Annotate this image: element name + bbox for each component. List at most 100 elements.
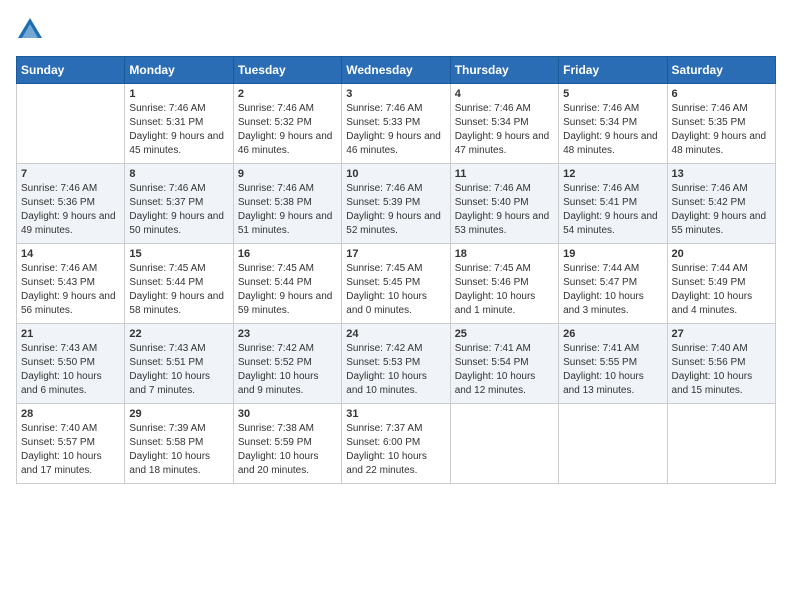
day-number: 15 — [129, 248, 228, 260]
day-cell: 5 Sunrise: 7:46 AMSunset: 5:34 PMDaylight… — [559, 84, 667, 164]
day-info: Sunrise: 7:45 AMSunset: 5:44 PMDaylight:… — [238, 262, 337, 318]
day-info: Sunrise: 7:44 AMSunset: 5:49 PMDaylight:… — [672, 262, 771, 318]
day-number: 3 — [346, 88, 445, 100]
day-cell: 3 Sunrise: 7:46 AMSunset: 5:33 PMDaylight… — [342, 84, 450, 164]
day-info: Sunrise: 7:41 AMSunset: 5:55 PMDaylight:… — [563, 342, 662, 398]
day-cell: 14 Sunrise: 7:46 AMSunset: 5:43 PMDayligh… — [17, 244, 125, 324]
day-info: Sunrise: 7:42 AMSunset: 5:53 PMDaylight:… — [346, 342, 445, 398]
day-cell: 25 Sunrise: 7:41 AMSunset: 5:54 PMDayligh… — [450, 324, 558, 404]
day-info: Sunrise: 7:39 AMSunset: 5:58 PMDaylight:… — [129, 422, 228, 478]
day-cell: 20 Sunrise: 7:44 AMSunset: 5:49 PMDayligh… — [667, 244, 775, 324]
day-number: 6 — [672, 88, 771, 100]
day-cell: 18 Sunrise: 7:45 AMSunset: 5:46 PMDayligh… — [450, 244, 558, 324]
day-cell: 30 Sunrise: 7:38 AMSunset: 5:59 PMDayligh… — [233, 404, 341, 484]
logo — [16, 16, 48, 44]
day-number: 21 — [21, 328, 120, 340]
day-cell: 11 Sunrise: 7:46 AMSunset: 5:40 PMDayligh… — [450, 164, 558, 244]
day-info: Sunrise: 7:46 AMSunset: 5:34 PMDaylight:… — [563, 102, 662, 158]
day-info: Sunrise: 7:46 AMSunset: 5:43 PMDaylight:… — [21, 262, 120, 318]
week-row-3: 21 Sunrise: 7:43 AMSunset: 5:50 PMDayligh… — [17, 324, 776, 404]
day-cell: 17 Sunrise: 7:45 AMSunset: 5:45 PMDayligh… — [342, 244, 450, 324]
header-cell-wednesday: Wednesday — [342, 57, 450, 84]
day-number: 28 — [21, 408, 120, 420]
day-info: Sunrise: 7:38 AMSunset: 5:59 PMDaylight:… — [238, 422, 337, 478]
day-info: Sunrise: 7:46 AMSunset: 5:38 PMDaylight:… — [238, 182, 337, 238]
calendar-table: SundayMondayTuesdayWednesdayThursdayFrid… — [16, 56, 776, 484]
day-cell: 22Sunrise: 7:43 AMSunset: 5:51 PMDayligh… — [125, 324, 233, 404]
day-info: Sunrise: 7:45 AMSunset: 5:44 PMDaylight:… — [129, 262, 228, 318]
header-cell-sunday: Sunday — [17, 57, 125, 84]
day-info: Sunrise: 7:46 AMSunset: 5:37 PMDaylight:… — [129, 182, 228, 238]
day-cell: 21 Sunrise: 7:43 AMSunset: 5:50 PMDayligh… — [17, 324, 125, 404]
day-info: Sunrise: 7:46 AMSunset: 5:42 PMDaylight:… — [672, 182, 771, 238]
page-header — [16, 16, 776, 44]
day-info: Sunrise: 7:43 AMSunset: 5:50 PMDaylight:… — [21, 342, 120, 398]
day-cell: 16 Sunrise: 7:45 AMSunset: 5:44 PMDayligh… — [233, 244, 341, 324]
day-number: 17 — [346, 248, 445, 260]
day-cell: 19Sunrise: 7:44 AMSunset: 5:47 PMDayligh… — [559, 244, 667, 324]
day-info: Sunrise: 7:42 AMSunset: 5:52 PMDaylight:… — [238, 342, 337, 398]
day-info: Sunrise: 7:37 AMSunset: 6:00 PMDaylight:… — [346, 422, 445, 478]
day-info: Sunrise: 7:46 AMSunset: 5:32 PMDaylight:… — [238, 102, 337, 158]
day-number: 26 — [563, 328, 662, 340]
header-cell-friday: Friday — [559, 57, 667, 84]
header-cell-thursday: Thursday — [450, 57, 558, 84]
day-number: 11 — [455, 168, 554, 180]
day-info: Sunrise: 7:46 AMSunset: 5:40 PMDaylight:… — [455, 182, 554, 238]
day-number: 25 — [455, 328, 554, 340]
day-info: Sunrise: 7:40 AMSunset: 5:57 PMDaylight:… — [21, 422, 120, 478]
day-number: 19 — [563, 248, 662, 260]
day-number: 16 — [238, 248, 337, 260]
day-cell — [667, 404, 775, 484]
day-number: 18 — [455, 248, 554, 260]
day-number: 2 — [238, 88, 337, 100]
day-info: Sunrise: 7:46 AMSunset: 5:34 PMDaylight:… — [455, 102, 554, 158]
day-cell: 4 Sunrise: 7:46 AMSunset: 5:34 PMDaylight… — [450, 84, 558, 164]
day-number: 4 — [455, 88, 554, 100]
day-number: 5 — [563, 88, 662, 100]
day-number: 9 — [238, 168, 337, 180]
day-info: Sunrise: 7:46 AMSunset: 5:35 PMDaylight:… — [672, 102, 771, 158]
day-cell: 29 Sunrise: 7:39 AMSunset: 5:58 PMDayligh… — [125, 404, 233, 484]
day-cell: 24 Sunrise: 7:42 AMSunset: 5:53 PMDayligh… — [342, 324, 450, 404]
day-number: 7 — [21, 168, 120, 180]
day-cell: 1Sunrise: 7:46 AMSunset: 5:31 PMDaylight… — [125, 84, 233, 164]
day-number: 24 — [346, 328, 445, 340]
day-info: Sunrise: 7:43 AMSunset: 5:51 PMDaylight:… — [129, 342, 228, 398]
day-number: 8 — [129, 168, 228, 180]
day-cell: 10Sunrise: 7:46 AMSunset: 5:39 PMDayligh… — [342, 164, 450, 244]
week-row-4: 28 Sunrise: 7:40 AMSunset: 5:57 PMDayligh… — [17, 404, 776, 484]
header-cell-tuesday: Tuesday — [233, 57, 341, 84]
day-number: 29 — [129, 408, 228, 420]
day-info: Sunrise: 7:46 AMSunset: 5:33 PMDaylight:… — [346, 102, 445, 158]
day-number: 23 — [238, 328, 337, 340]
day-number: 14 — [21, 248, 120, 260]
day-number: 31 — [346, 408, 445, 420]
day-info: Sunrise: 7:45 AMSunset: 5:46 PMDaylight:… — [455, 262, 554, 318]
day-number: 20 — [672, 248, 771, 260]
day-info: Sunrise: 7:46 AMSunset: 5:36 PMDaylight:… — [21, 182, 120, 238]
day-info: Sunrise: 7:45 AMSunset: 5:45 PMDaylight:… — [346, 262, 445, 318]
day-number: 13 — [672, 168, 771, 180]
day-info: Sunrise: 7:40 AMSunset: 5:56 PMDaylight:… — [672, 342, 771, 398]
day-info: Sunrise: 7:46 AMSunset: 5:31 PMDaylight:… — [129, 102, 228, 158]
day-cell — [450, 404, 558, 484]
day-number: 30 — [238, 408, 337, 420]
day-cell — [559, 404, 667, 484]
day-cell: 15 Sunrise: 7:45 AMSunset: 5:44 PMDayligh… — [125, 244, 233, 324]
day-cell: 27Sunrise: 7:40 AMSunset: 5:56 PMDayligh… — [667, 324, 775, 404]
day-cell: 26 Sunrise: 7:41 AMSunset: 5:55 PMDayligh… — [559, 324, 667, 404]
week-row-1: 7 Sunrise: 7:46 AMSunset: 5:36 PMDaylight… — [17, 164, 776, 244]
day-cell: 2 Sunrise: 7:46 AMSunset: 5:32 PMDaylight… — [233, 84, 341, 164]
day-number: 10 — [346, 168, 445, 180]
logo-icon — [16, 16, 44, 44]
day-cell — [17, 84, 125, 164]
day-info: Sunrise: 7:46 AMSunset: 5:41 PMDaylight:… — [563, 182, 662, 238]
week-row-0: 1Sunrise: 7:46 AMSunset: 5:31 PMDaylight… — [17, 84, 776, 164]
day-cell: 23 Sunrise: 7:42 AMSunset: 5:52 PMDayligh… — [233, 324, 341, 404]
day-info: Sunrise: 7:41 AMSunset: 5:54 PMDaylight:… — [455, 342, 554, 398]
day-cell: 13 Sunrise: 7:46 AMSunset: 5:42 PMDayligh… — [667, 164, 775, 244]
day-cell: 9 Sunrise: 7:46 AMSunset: 5:38 PMDaylight… — [233, 164, 341, 244]
day-cell: 7 Sunrise: 7:46 AMSunset: 5:36 PMDaylight… — [17, 164, 125, 244]
header-row: SundayMondayTuesdayWednesdayThursdayFrid… — [17, 57, 776, 84]
